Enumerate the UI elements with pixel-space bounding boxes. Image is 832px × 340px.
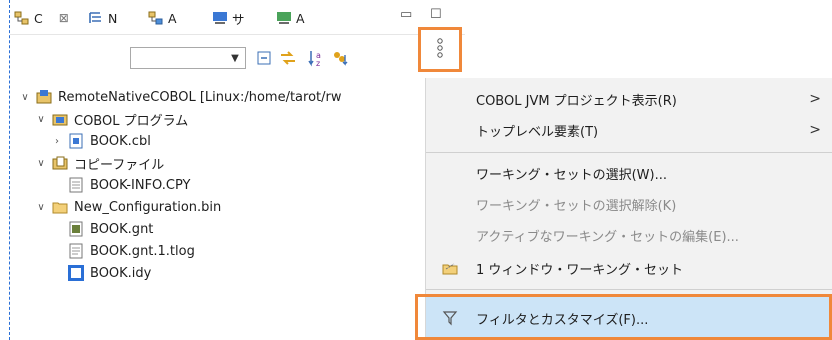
cobol-explorer-pane: C ⊠ N A サ A ▭ ☐ ▼ a z ∨ RemoteNativeCOBO… bbox=[10, 0, 465, 340]
menu-item-select-working-set[interactable]: ワーキング・セットの選択(W)... bbox=[426, 158, 832, 188]
tree-node-cobol-programs[interactable]: ∨ COBOL プログラム bbox=[34, 108, 188, 130]
menu-item-label: トップレベル要素(T) bbox=[476, 124, 599, 140]
cobol-project-icon bbox=[36, 89, 52, 105]
view-tab-bar: C ⊠ N A サ A ▭ ☐ bbox=[10, 0, 465, 35]
copybook-folder-icon bbox=[52, 155, 68, 171]
view-menu-button[interactable] bbox=[418, 27, 462, 72]
submenu-arrow-icon: > bbox=[809, 91, 821, 107]
tree-node-book-cbl[interactable]: › BOOK.cbl bbox=[50, 130, 151, 152]
svg-text:z: z bbox=[316, 59, 320, 67]
sort-az-icon[interactable]: az bbox=[306, 48, 326, 68]
working-set-icon bbox=[442, 260, 458, 276]
copybook-file-icon bbox=[68, 177, 84, 193]
tab-project-explorer[interactable]: A bbox=[148, 9, 177, 27]
tree-node-book-info[interactable]: BOOK-INFO.CPY bbox=[64, 174, 190, 196]
selected-item-highlight bbox=[415, 294, 832, 340]
tree-node-config-folder[interactable]: ∨ New_Configuration.bin bbox=[34, 196, 221, 218]
tab-label: A bbox=[168, 10, 177, 26]
tree-label: BOOK.gnt bbox=[90, 221, 154, 237]
view-toolbar: ▼ az bbox=[10, 44, 465, 72]
menu-item-label: アクティブなワーキング・セットの編集(E)... bbox=[476, 229, 739, 245]
folder-icon bbox=[52, 199, 68, 215]
package-explorer-icon bbox=[14, 10, 30, 26]
menu-item-label: COBOL JVM プロジェクト表示(R) bbox=[476, 93, 677, 109]
tree-node-book-tlog[interactable]: BOOK.gnt.1.tlog bbox=[64, 240, 195, 262]
chevron-down-icon[interactable]: ∨ bbox=[34, 114, 48, 125]
tree-node-book-gnt[interactable]: BOOK.gnt bbox=[64, 218, 153, 240]
menu-separator bbox=[426, 289, 832, 290]
gnt-file-icon bbox=[68, 221, 84, 237]
tree-label: BOOK.idy bbox=[90, 265, 152, 281]
navigator-icon bbox=[88, 10, 104, 26]
menu-item-edit-active-working-set[interactable]: アクティブなワーキング・セットの編集(E)... bbox=[426, 220, 832, 250]
tab-application[interactable]: A bbox=[276, 9, 305, 27]
server-icon bbox=[212, 10, 228, 26]
menu-item-deselect-working-set[interactable]: ワーキング・セットの選択解除(K) bbox=[426, 189, 832, 219]
chevron-down-icon[interactable]: ∨ bbox=[34, 158, 48, 169]
view-menu-icon bbox=[435, 37, 445, 63]
chevron-right-icon[interactable]: › bbox=[50, 136, 64, 147]
tab-cobol-explorer[interactable]: C ⊠ bbox=[14, 9, 69, 27]
tree-label: RemoteNativeCOBOL [Linux:/home/tarot/rw bbox=[58, 89, 342, 105]
tab-label: A bbox=[296, 10, 305, 26]
cobol-program-folder-icon bbox=[52, 111, 68, 127]
tab-label: C bbox=[34, 10, 43, 26]
tree-node-project[interactable]: ∨ RemoteNativeCOBOL [Linux:/home/tarot/r… bbox=[18, 86, 341, 108]
menu-item-label: ワーキング・セットの選択解除(K) bbox=[476, 198, 677, 214]
menu-item-label: ワーキング・セットの選択(W)... bbox=[476, 167, 668, 183]
tree-node-copybooks[interactable]: ∨ コピーファイル bbox=[34, 152, 164, 174]
minimize-icon[interactable]: ▭ bbox=[400, 7, 412, 22]
text-file-icon bbox=[68, 243, 84, 259]
idy-file-icon bbox=[68, 265, 84, 281]
java-sort-icon[interactable] bbox=[330, 48, 350, 68]
filter-combo[interactable]: ▼ bbox=[130, 47, 246, 69]
tree-node-book-idy[interactable]: BOOK.idy bbox=[64, 262, 151, 284]
menu-item-top-level-elements[interactable]: トップレベル要素(T) > bbox=[426, 115, 832, 145]
menu-item-label: 1 ウィンドウ・ワーキング・セット bbox=[476, 262, 684, 278]
close-icon[interactable]: ⊠ bbox=[59, 11, 69, 25]
chevron-down-icon[interactable]: ∨ bbox=[34, 202, 48, 213]
tree-label: BOOK.cbl bbox=[90, 133, 151, 149]
chevron-down-icon[interactable]: ∨ bbox=[18, 92, 32, 103]
dropdown-arrow-icon[interactable]: ▼ bbox=[227, 49, 243, 67]
tree-label: BOOK-INFO.CPY bbox=[90, 177, 191, 193]
tab-label: サ bbox=[232, 11, 245, 27]
tree-label: COBOL プログラム bbox=[74, 113, 189, 129]
cobol-source-icon bbox=[68, 133, 84, 149]
project-explorer-icon bbox=[148, 10, 164, 26]
tree-label: BOOK.gnt.1.tlog bbox=[90, 243, 195, 259]
tree-label: コピーファイル bbox=[74, 157, 165, 173]
menu-item-cobol-jvm-view[interactable]: COBOL JVM プロジェクト表示(R) > bbox=[426, 84, 832, 114]
tab-servers[interactable]: サ bbox=[212, 9, 245, 27]
menu-separator bbox=[426, 152, 832, 153]
menu-item-window-working-set[interactable]: 1 ウィンドウ・ワーキング・セット bbox=[426, 253, 832, 283]
submenu-arrow-icon: > bbox=[809, 122, 821, 138]
collapse-all-icon[interactable] bbox=[254, 48, 274, 68]
application-icon bbox=[276, 10, 292, 26]
tab-label: N bbox=[108, 10, 118, 26]
link-with-editor-icon[interactable] bbox=[278, 48, 298, 68]
tab-navigator[interactable]: N bbox=[88, 9, 117, 27]
maximize-icon[interactable]: ☐ bbox=[430, 7, 442, 22]
tree-label: New_Configuration.bin bbox=[74, 199, 222, 215]
